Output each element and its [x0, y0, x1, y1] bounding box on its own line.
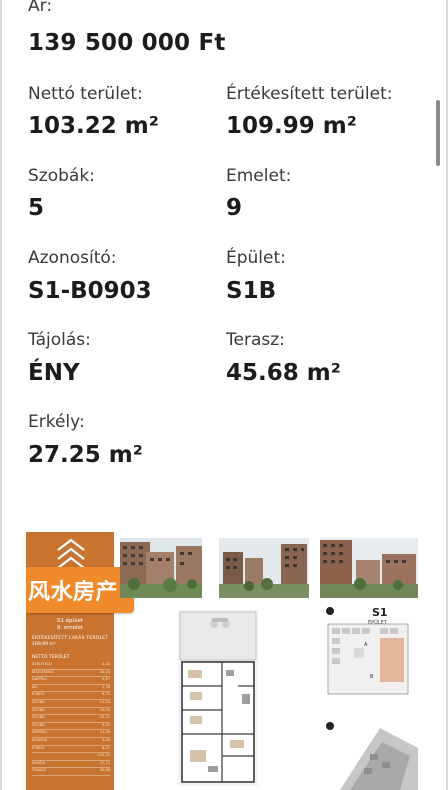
panel-room-row: TERASZ 45,68 — [32, 768, 110, 776]
panel-room-value: 1,78 — [101, 684, 110, 689]
balcony-label: Erkély: — [28, 412, 85, 432]
panel-room-name: TERASZ — [32, 768, 47, 773]
panel-room-name: SZOBA — [32, 707, 45, 712]
panel-room-value: 15,11 — [99, 715, 110, 720]
panel-room-value: 11,53 — [99, 699, 110, 704]
panel-room-value: 4,10 — [101, 662, 110, 666]
panel-room-name: ERKÉLY — [32, 760, 46, 765]
key-label-b: B — [370, 674, 374, 680]
panel-room-value: 6,52 — [101, 692, 110, 697]
panel-room-value: 3,04 — [101, 737, 110, 742]
panel-room-value: 45,68 — [99, 768, 110, 773]
panel-room-name: SZOBA — [32, 699, 45, 704]
key-plan-subtitle: ÉPÜLET — [368, 620, 387, 626]
net-area-value: 103.22 m² — [28, 113, 159, 139]
panel-area-title: ÉRTÉKESÍTETT LAKÁS TERÜLET — [32, 636, 109, 641]
panel-room-row: KONYHA 3,04 — [32, 738, 110, 746]
orientation-value: ÉNY — [28, 360, 80, 386]
panel-room-list: SZÉLFOGÓ 4,10 KÖZLEKEDŐ 10,04 NAPPALI 9,47 WC 1… — [32, 662, 110, 776]
building-value: S1B — [226, 278, 277, 304]
apartment-floor-plan — [178, 610, 258, 786]
floorplan-brochure-image[interactable]: S1 épület 9. emelet ÉRTÉKESÍTETT LAKÁS T… — [26, 532, 420, 790]
panel-room-value: 10,04 — [99, 707, 110, 712]
panel-room-row: SZÉLFOGÓ 4,10 — [32, 662, 110, 670]
panel-area-value: 109,99 m² — [32, 642, 56, 647]
floor-value: 9 — [226, 195, 243, 221]
panel-room-name: SZOBA — [32, 722, 45, 727]
sold-area-value: 109.99 m² — [226, 113, 357, 139]
panel-room-name: NAPPALI — [32, 730, 47, 735]
panel-room-row: NAPPALI 21,09 — [32, 730, 110, 738]
panel-room-value: 6,07 — [101, 745, 110, 750]
panel-room-row: FÜRDŐ 6,07 — [32, 746, 110, 754]
panel-room-name: NAPPALI — [32, 677, 47, 682]
floor-label: Emelet: — [226, 166, 292, 186]
panel-room-name: WC — [32, 684, 39, 689]
panel-room-value: 21,09 — [99, 730, 110, 735]
panel-room-value: 10,04 — [99, 669, 110, 674]
rooms-label: Szobák: — [28, 166, 95, 186]
building-photo-1 — [120, 538, 202, 598]
key-plan-title: S1 — [372, 606, 388, 619]
panel-room-row: SZOBA 9,52 — [32, 723, 110, 731]
price-value: 139 500 000 Ft — [28, 30, 226, 56]
panel-room-row: FÜRDŐ 6,52 — [32, 692, 110, 700]
panel-room-name: FÜRDŐ — [32, 692, 45, 697]
panel-room-value: 9,47 — [101, 677, 110, 682]
panel-room-name: KONYHA — [32, 737, 48, 742]
building-photo-3 — [320, 538, 418, 598]
building-photo-2 — [219, 538, 309, 598]
panel-room-row: SZOBA 11,53 — [32, 700, 110, 708]
terrace-value: 45.68 m² — [226, 360, 341, 386]
panel-room-row: ERKÉLY 27,25 — [32, 761, 110, 769]
building-label: Épület: — [226, 248, 286, 268]
sold-area-label: Értékesített terület: — [226, 84, 393, 104]
panel-room-value: 9,52 — [101, 722, 110, 727]
net-area-label: Nettó terület: — [28, 84, 143, 104]
panel-room-name: KÖZLEKEDŐ — [32, 669, 54, 674]
panel-net-title: NETTÓ TERÜLET — [32, 655, 70, 660]
terrace-label: Terasz: — [226, 330, 285, 350]
key-label-a: A — [364, 642, 368, 648]
panel-room-row: NAPPALI 9,47 — [32, 677, 110, 685]
panel-room-value: 27,25 — [99, 760, 110, 765]
id-label: Azonosító: — [28, 248, 117, 268]
scrollbar-thumb[interactable] — [436, 100, 440, 166]
watermark-badge: 风水房产 — [26, 567, 134, 613]
orientation-label: Tájolás: — [28, 330, 91, 350]
panel-building: S1 épület 9. emelet — [56, 618, 84, 631]
site-plan — [320, 718, 418, 790]
panel-room-row: SZOBA 15,11 — [32, 715, 110, 723]
balcony-value: 27.25 m² — [28, 442, 143, 468]
listing-details-page: Ár: 139 500 000 Ft Nettó terület: 103.22… — [0, 0, 448, 790]
panel-room-row: 103,22 — [32, 753, 110, 761]
panel-room-value: 103,22 — [97, 753, 110, 758]
rooms-value: 5 — [28, 195, 45, 221]
panel-room-name: SZÉLFOGÓ — [32, 662, 52, 666]
panel-room-name: SZOBA — [32, 715, 45, 720]
panel-room-name: FÜRDŐ — [32, 745, 45, 750]
panel-room-row: KÖZLEKEDŐ 10,04 — [32, 670, 110, 678]
panel-room-row: SZOBA 10,04 — [32, 708, 110, 716]
building-key-plan: A B — [320, 602, 418, 702]
id-value: S1-B0903 — [28, 278, 152, 304]
price-label: Ár: — [28, 0, 53, 16]
